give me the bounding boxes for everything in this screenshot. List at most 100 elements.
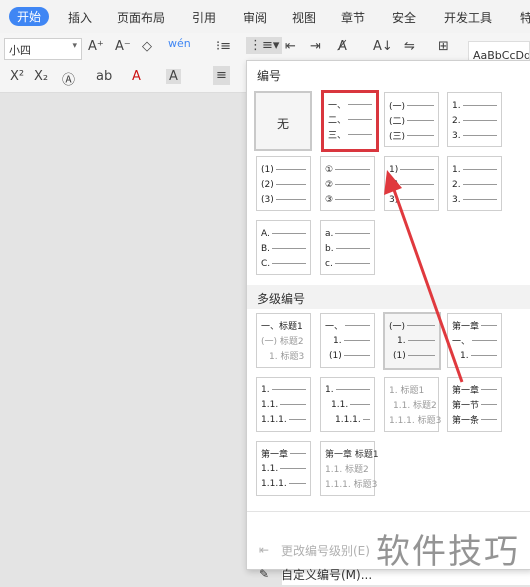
numbering-row: 第一章 标题1 <box>325 450 379 460</box>
tab-view[interactable]: 视图 <box>292 9 316 26</box>
numbering-row: 1. <box>261 383 306 396</box>
numbering-row: 1. <box>452 163 497 176</box>
numbering-row: 1. 标题1 <box>389 386 425 396</box>
multilevel-option-outline-indented[interactable]: 1. 1.1. 1.1.1. <box>320 377 375 432</box>
text-direction-icon[interactable]: A̸ <box>338 39 347 54</box>
decrease-indent-icon[interactable]: ⇤ <box>285 39 296 54</box>
numbering-section-title: 编号 <box>257 69 282 83</box>
multilevel-option-heading-chinese[interactable]: 一、标题1 (一) 标题2 1. 标题3 <box>256 313 311 368</box>
numbered-list-icon[interactable]: ⋮≡▾ <box>246 37 283 54</box>
align-left-icon[interactable]: ≡ <box>213 66 230 85</box>
multilevel-option-chapter-section[interactable]: 第一章 第一节 第一条 <box>447 377 502 432</box>
numbering-none-option[interactable]: 无 <box>254 91 312 151</box>
sort-icon[interactable]: A↓ <box>373 39 393 54</box>
numbering-row: 1.1.1. 标题3 <box>389 416 442 426</box>
numbering-row: 一、 <box>328 98 372 111</box>
numbering-row: A. <box>261 227 306 240</box>
decrease-font-icon[interactable]: A⁻ <box>115 39 131 54</box>
tab-developer[interactable]: 开发工具 <box>444 9 492 26</box>
tab-page-layout[interactable]: 页面布局 <box>117 9 165 26</box>
multilevel-option-chapter[interactable]: 第一章 一、 1. <box>447 313 502 368</box>
numbering-row: ② <box>325 178 370 191</box>
tab-chapter[interactable]: 章节 <box>341 9 365 26</box>
multilevel-option-outline-headings[interactable]: 1. 标题1 1.1. 标题2 1.1.1. 标题3 <box>384 377 442 432</box>
numbering-row: (一) <box>389 99 434 112</box>
tab-review[interactable]: 审阅 <box>243 9 267 26</box>
numbering-row: 一、 <box>325 319 370 332</box>
eraser-icon[interactable]: ◇ <box>142 39 152 54</box>
numbering-row: 1. <box>325 383 370 396</box>
numbering-option-chinese[interactable]: 一、 二、 三、 <box>321 90 379 152</box>
font-size-select[interactable]: 小四 ▾ <box>4 38 82 60</box>
numbering-row: 1) <box>389 163 434 176</box>
font-color-icon[interactable]: A <box>132 69 141 84</box>
font-size-value: 小四 <box>9 44 31 57</box>
numbering-row: 1.1.1. <box>261 477 306 490</box>
numbering-option-upper-alpha[interactable]: A. B. C. <box>256 220 311 275</box>
numbering-row: 3. <box>452 129 497 142</box>
numbering-row: 2. <box>452 114 497 127</box>
char-shading-icon[interactable]: A <box>166 69 181 84</box>
numbering-row: 一、标题1 <box>261 322 303 332</box>
numbering-row: 第一章 <box>452 319 497 332</box>
chevron-down-icon: ▾ <box>72 41 77 51</box>
numbering-row: 第一条 <box>452 413 497 426</box>
multilevel-option-chinese-arabic[interactable]: 一、 1. (1) <box>320 313 375 368</box>
numbering-row: 1. <box>333 334 370 347</box>
tab-insert[interactable]: 插入 <box>68 9 92 26</box>
numbering-option-paren-chinese[interactable]: (一) (二) (三) <box>384 92 439 147</box>
border-icon[interactable]: ⊞ <box>438 39 449 54</box>
multilevel-option-chapter-outline[interactable]: 第一章 1.1. 1.1.1. <box>256 441 311 496</box>
tab-start[interactable]: 开始 <box>9 7 50 26</box>
numbering-row: (1) <box>261 163 306 176</box>
numbering-row: C. <box>261 257 306 270</box>
multilevel-section-title: 多级编号 <box>257 292 306 306</box>
numbering-row: 1.1.1. <box>261 413 306 426</box>
pinyin-icon[interactable]: wén <box>168 37 191 50</box>
numbering-option-arabic-dot-2[interactable]: 1. 2. 3. <box>447 156 502 211</box>
highlight-icon[interactable]: ab <box>96 69 112 84</box>
bullet-list-icon[interactable]: ⁝≡ <box>216 39 231 54</box>
numbering-row: (二) <box>389 114 434 127</box>
numbering-row: (1) <box>329 349 370 362</box>
subscript-icon[interactable]: X₂ <box>34 69 48 84</box>
outdent-icon: ⇤ <box>258 543 270 557</box>
multilevel-option-chapter-headings[interactable]: 第一章 标题1 1.1. 标题2 1.1.1. 标题3 <box>320 441 379 496</box>
text-effect-icon[interactable]: Ⓐ <box>62 69 75 88</box>
numbering-row: 第一章 <box>261 447 306 460</box>
numbering-option-lower-alpha[interactable]: a. b. c. <box>320 220 375 275</box>
pen-icon: ✎ <box>258 567 270 581</box>
numbering-row: 1.1.1. <box>335 413 370 426</box>
increase-indent-icon[interactable]: ⇥ <box>310 39 321 54</box>
numbering-option-paren-arabic[interactable]: (1) (2) (3) <box>256 156 311 211</box>
numbering-row: 3. <box>452 193 497 206</box>
numbering-row: 1.1. <box>331 398 370 411</box>
numbering-row: 1. <box>460 349 497 362</box>
numbering-row: ① <box>325 163 370 176</box>
multilevel-section-header: 多级编号 <box>247 285 530 309</box>
increase-font-icon[interactable]: A⁺ <box>88 39 104 54</box>
numbering-row: (2) <box>261 178 306 191</box>
menu-divider <box>247 511 530 512</box>
none-label: 无 <box>276 117 289 131</box>
line-spacing-icon[interactable]: ⇋ <box>404 39 415 54</box>
multilevel-option-paren-chinese[interactable]: (一) 1. (1) <box>383 312 441 370</box>
numbering-row: (三) <box>389 129 434 142</box>
numbering-row: B. <box>261 242 306 255</box>
tab-security[interactable]: 安全 <box>392 9 416 26</box>
numbering-row: 3) <box>389 193 434 206</box>
numbering-row: 1. <box>397 334 435 347</box>
superscript-icon[interactable]: X² <box>10 69 24 84</box>
numbering-option-arabic-dot[interactable]: 1. 2. 3. <box>447 92 502 147</box>
multilevel-option-outline[interactable]: 1. 1.1. 1.1.1. <box>256 377 311 432</box>
numbering-row: 1.1.1. 标题3 <box>325 480 378 490</box>
tab-special[interactable]: 特 <box>520 9 530 26</box>
numbering-option-circled[interactable]: ① ② ③ <box>320 156 375 211</box>
numbering-row: (1) <box>393 349 435 362</box>
numbering-option-half-paren[interactable]: 1) 2) 3) <box>384 156 439 211</box>
numbering-row: 1. <box>452 99 497 112</box>
numbering-row: (3) <box>261 193 306 206</box>
numbering-dropdown: 编号 无 一、 二、 三、 (一) (二) (三) 1. 2. 3. (1) (… <box>246 60 530 582</box>
change-level-label: 更改编号级别(E) <box>281 543 370 558</box>
tab-references[interactable]: 引用 <box>192 9 216 26</box>
